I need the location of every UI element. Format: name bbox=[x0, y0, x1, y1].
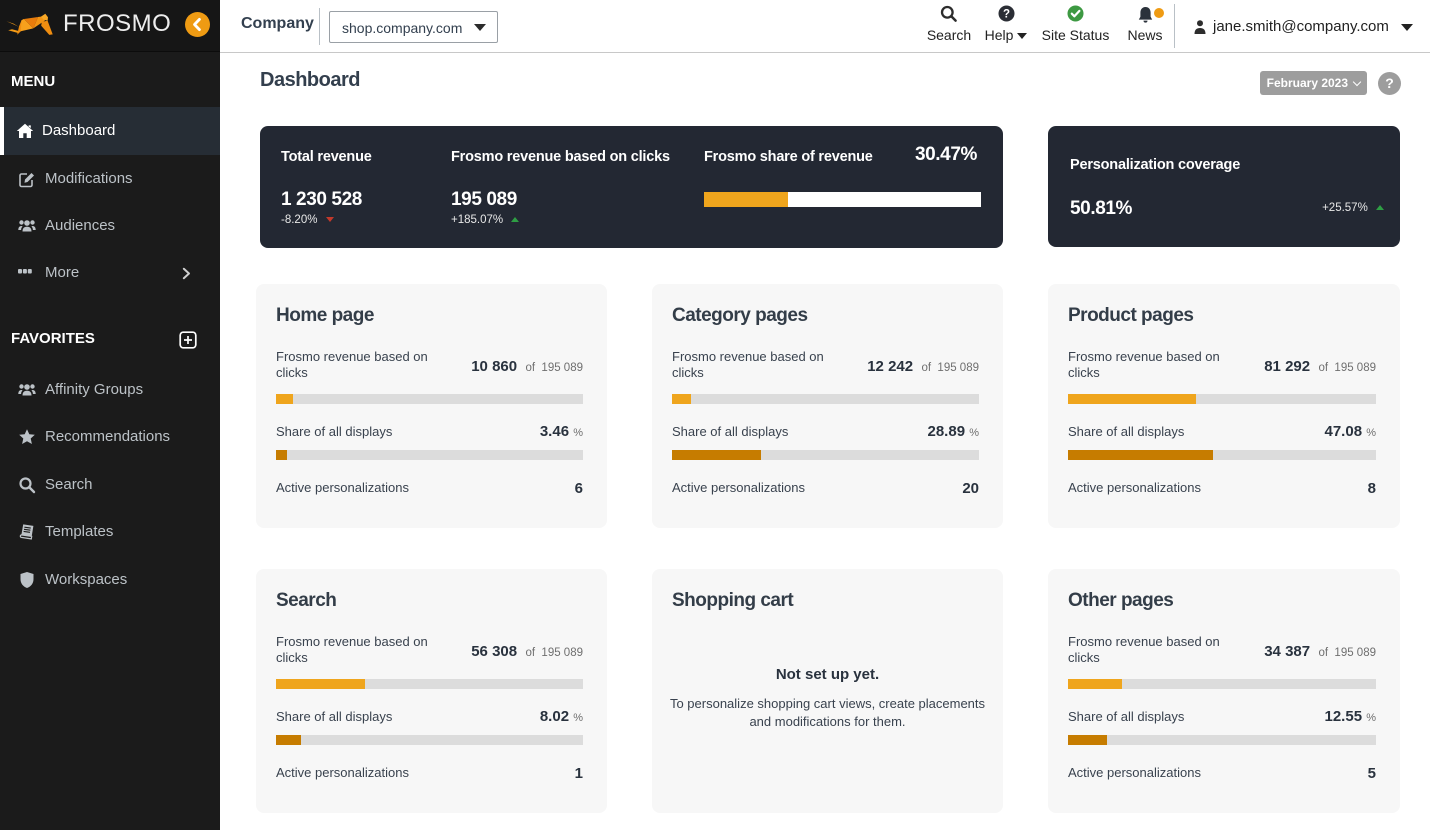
svg-text:?: ? bbox=[1002, 9, 1009, 21]
